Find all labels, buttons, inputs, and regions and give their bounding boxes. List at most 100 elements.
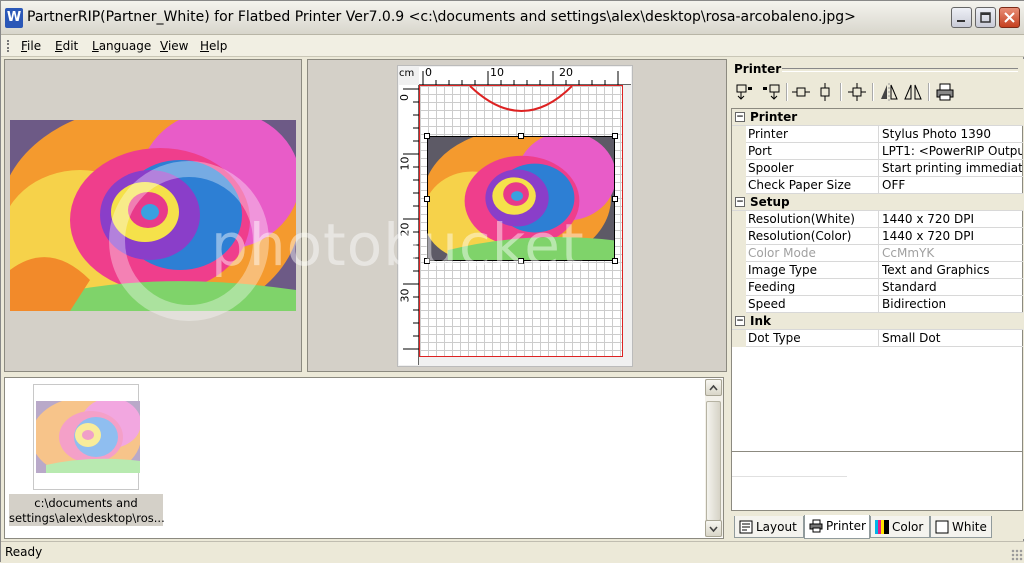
vertical-ruler: 0 10 20 30	[398, 85, 419, 365]
property-row-printer[interactable]: Printer Stylus Photo 1390	[732, 126, 1023, 143]
property-value[interactable]: Small Dot	[882, 331, 1022, 345]
tab-label: Layout	[756, 520, 797, 534]
resize-handle-ne[interactable]	[612, 133, 618, 139]
center-both-icon	[848, 83, 866, 101]
thumbnail-image[interactable]	[36, 401, 140, 473]
resize-handle-w[interactable]	[424, 196, 430, 202]
property-row-port[interactable]: Port LPT1: <PowerRIP Output	[732, 143, 1023, 160]
property-row-resolution-white[interactable]: Resolution(White) 1440 x 720 DPI	[732, 211, 1023, 228]
property-value[interactable]: LPT1: <PowerRIP Output	[882, 144, 1022, 158]
align-top-right-button[interactable]	[760, 82, 782, 102]
menu-language[interactable]: Language	[92, 39, 151, 53]
scroll-down-button[interactable]	[705, 520, 722, 537]
align-top-left-button[interactable]	[734, 82, 756, 102]
maximize-button[interactable]	[975, 7, 996, 28]
window-title: PartnerRIP(Partner_White) for Flatbed Pr…	[27, 9, 856, 25]
menu-view[interactable]: View	[160, 39, 188, 53]
image-list-pane[interactable]: c:\documents and settings\alex\desktop\r…	[4, 377, 724, 539]
collapse-toggle-icon[interactable]: −	[735, 112, 745, 122]
thumbnail-caption-line1: c:\documents and	[34, 496, 138, 510]
resize-handle-e[interactable]	[612, 196, 618, 202]
center-vertical-button[interactable]	[814, 82, 836, 102]
thumbnail-caption[interactable]: c:\documents and settings\alex\desktop\r…	[9, 494, 165, 526]
property-key: Speed	[748, 297, 786, 311]
tab-label: White	[952, 520, 987, 534]
toolbar-separator	[786, 83, 788, 101]
property-row-check-paper-size[interactable]: Check Paper Size OFF	[732, 177, 1023, 194]
print-button[interactable]	[934, 82, 956, 102]
property-value[interactable]: 1440 x 720 DPI	[882, 229, 1022, 243]
property-key: Printer	[748, 127, 788, 141]
placed-image[interactable]	[427, 136, 615, 261]
panel-title-divider	[782, 68, 1018, 72]
ruler-top-tick-10: 10	[490, 66, 504, 79]
center-both-button[interactable]	[846, 82, 868, 102]
center-horizontal-button[interactable]	[790, 82, 812, 102]
menu-help[interactable]: Help	[200, 39, 227, 53]
property-panel: Printer − Printer Printer Stylus Photo 1…	[730, 59, 1024, 539]
property-key: Port	[748, 144, 772, 158]
chevron-up-icon	[709, 384, 718, 391]
resize-grip-icon[interactable]	[1011, 549, 1023, 561]
property-value[interactable]: 1440 x 720 DPI	[882, 212, 1022, 226]
property-value[interactable]: Bidirection	[882, 297, 1022, 311]
tab-color[interactable]: Color	[870, 516, 930, 538]
printer-icon	[809, 519, 823, 533]
close-button[interactable]	[999, 7, 1020, 28]
tab-printer[interactable]: Printer	[804, 515, 870, 539]
resize-handle-s[interactable]	[518, 258, 524, 264]
maximize-icon	[980, 12, 991, 23]
layout-toolbar	[732, 80, 1022, 104]
flip-horizontal-button[interactable]	[878, 82, 900, 102]
property-row-spooler[interactable]: Spooler Start printing immediately	[732, 160, 1023, 177]
mirror-button[interactable]	[902, 82, 924, 102]
collapse-toggle-icon[interactable]: −	[735, 197, 745, 207]
property-row-dot-type[interactable]: Dot Type Small Dot	[732, 330, 1023, 347]
property-row-resolution-color[interactable]: Resolution(Color) 1440 x 720 DPI	[732, 228, 1023, 245]
property-value[interactable]: Text and Graphics	[882, 263, 1022, 277]
tab-white[interactable]: White	[930, 516, 992, 538]
tab-label: Printer	[826, 519, 866, 533]
image-list-scrollbar[interactable]	[705, 379, 723, 537]
app-icon[interactable]: W	[5, 8, 23, 28]
property-value[interactable]: Standard	[882, 280, 1022, 294]
title-bar[interactable]: W PartnerRIP(Partner_White) for Flatbed …	[1, 1, 1024, 35]
align-top-right-icon	[763, 84, 780, 100]
scroll-up-button[interactable]	[705, 379, 722, 396]
source-image	[10, 120, 296, 311]
description-field	[732, 452, 847, 477]
property-value[interactable]: Stylus Photo 1390	[882, 127, 1022, 141]
center-vertical-icon	[820, 83, 830, 101]
menu-grip[interactable]	[7, 40, 10, 52]
menu-edit[interactable]: Edit	[55, 39, 78, 53]
print-icon	[936, 83, 954, 101]
property-row-feeding[interactable]: Feeding Standard	[732, 279, 1023, 296]
category-printer[interactable]: − Printer	[732, 109, 1023, 126]
ruler-top-tick-20: 20	[559, 66, 573, 79]
category-label: Printer	[750, 110, 798, 124]
property-row-color-mode: Color Mode CcMmYK	[732, 245, 1023, 262]
property-value[interactable]: OFF	[882, 178, 1022, 192]
property-row-image-type[interactable]: Image Type Text and Graphics	[732, 262, 1023, 279]
minimize-button[interactable]	[951, 7, 972, 28]
category-label: Ink	[750, 314, 771, 328]
tab-layout[interactable]: Layout	[734, 516, 804, 538]
property-value[interactable]: Start printing immediately	[882, 161, 1022, 175]
resize-handle-n[interactable]	[518, 133, 524, 139]
resize-handle-nw[interactable]	[424, 133, 430, 139]
resize-handle-sw[interactable]	[424, 258, 430, 264]
scroll-thumb[interactable]	[706, 401, 721, 521]
ruler-left-tick-20: 20	[398, 222, 412, 237]
property-row-speed[interactable]: Speed Bidirection	[732, 296, 1023, 313]
category-ink[interactable]: − Ink	[732, 313, 1023, 330]
category-label: Setup	[750, 195, 790, 209]
panel-title: Printer	[734, 62, 782, 76]
category-setup[interactable]: − Setup	[732, 194, 1023, 211]
minimize-icon	[957, 20, 965, 22]
thumbnail-frame[interactable]	[33, 384, 140, 490]
collapse-toggle-icon[interactable]: −	[735, 316, 745, 326]
menu-file[interactable]: File	[21, 39, 41, 53]
property-key: Color Mode	[748, 246, 816, 260]
property-grid[interactable]: − Printer Printer Stylus Photo 1390 Port L…	[731, 108, 1023, 498]
resize-handle-se[interactable]	[612, 258, 618, 264]
